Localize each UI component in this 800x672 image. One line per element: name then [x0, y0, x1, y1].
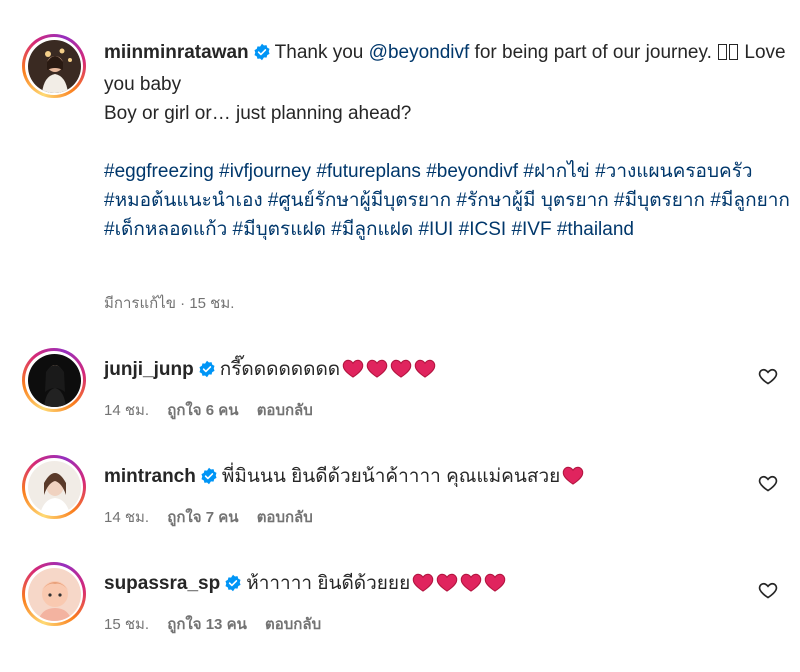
comment-meta: 14 ชม. ถูกใจ 6 คน ตอบกลับ [104, 398, 327, 422]
post-caption: miinminratawan Thank you @beyondivf for b… [104, 38, 794, 244]
hashtag-list: #eggfreezing #ivfjourney #futureplans #b… [104, 161, 790, 240]
red-heart-emoji-icon [412, 572, 434, 601]
hashtag-link[interactable]: #futureplans [316, 161, 421, 182]
red-heart-emoji-group [410, 573, 506, 594]
comment-time: 14 ชม. [104, 402, 150, 419]
comment-username[interactable]: mintranch [104, 466, 196, 487]
missing-glyph-icon [718, 44, 728, 60]
reply-button[interactable]: ตอบกลับ [257, 402, 313, 419]
red-heart-emoji-group [560, 466, 584, 487]
reply-button[interactable]: ตอบกลับ [265, 616, 321, 633]
hashtag-link[interactable]: #ivfjourney [219, 161, 311, 182]
heart-outline-icon[interactable] [758, 366, 778, 386]
comment-time: 15 ชม. [104, 616, 150, 633]
comment-time: 14 ชม. [104, 509, 150, 526]
heart-outline-icon[interactable] [758, 580, 778, 600]
red-heart-emoji-icon [342, 358, 364, 387]
hashtag-link[interactable]: #ฝากไข่ [523, 161, 589, 182]
comment-likes[interactable]: ถูกใจ 6 คน [167, 402, 238, 419]
hashtag-link[interactable]: #ICSI [459, 219, 507, 240]
comment-item: junji_junp กรี๊ดดดดดดดด 14 ชม. ถูกใจ 6 คน… [0, 348, 800, 458]
comment-username[interactable]: supassra_sp [104, 573, 220, 594]
hashtag-link[interactable]: #เด็กหลอดแก้ว [104, 219, 227, 240]
hashtag-link[interactable]: #หมอต้นแนะนำเอง [104, 190, 263, 211]
red-heart-emoji-icon [460, 572, 482, 601]
commenter-avatar[interactable] [22, 455, 86, 519]
hashtag-link[interactable]: บุตรยาก [541, 190, 609, 211]
red-heart-emoji-icon [366, 358, 388, 387]
hashtag-link[interactable]: #IUI [418, 219, 453, 240]
commenter-avatar[interactable] [22, 562, 86, 626]
caption-intro: Thank you [274, 42, 369, 63]
hashtag-link[interactable]: #วางแผนครอบครัว [595, 161, 753, 182]
red-heart-emoji-icon [436, 572, 458, 601]
caption-meta: มีการแก้ไข · 15 ชม. [104, 295, 235, 312]
heart-outline-icon[interactable] [758, 473, 778, 493]
missing-glyph-icon [729, 44, 739, 60]
hashtag-link[interactable]: #thailand [557, 219, 634, 240]
red-heart-emoji-icon [414, 358, 436, 387]
hashtag-link[interactable]: #eggfreezing [104, 161, 214, 182]
hashtag-link[interactable]: #รักษาผู้มี [456, 190, 535, 211]
commenter-avatar[interactable] [22, 348, 86, 412]
comment-likes[interactable]: ถูกใจ 7 คน [167, 509, 238, 526]
comment-line: mintranch พี่มินนน ยินดีด้วยน้าค้าาาา คุณ… [104, 463, 584, 494]
red-heart-emoji-icon [390, 358, 412, 387]
post-username[interactable]: miinminratawan [104, 42, 249, 63]
comment-text: กรี๊ดดดดดดดด [219, 359, 341, 380]
comment-username[interactable]: junji_junp [104, 359, 194, 380]
hashtag-link[interactable]: #มีลูกแฝด [331, 219, 413, 240]
verified-badge-icon [200, 466, 218, 494]
comment-line: junji_junp กรี๊ดดดดดดดด [104, 356, 436, 387]
red-heart-emoji-icon [562, 465, 584, 494]
hashtag-link[interactable]: #มีบุตรแฝด [233, 219, 326, 240]
comment-line: supassra_sp ห้าาาาา ยินดีด้วยยย [104, 570, 506, 601]
caption-line-2: Boy or girl or… just planning ahead? [104, 103, 412, 124]
comment-meta: 15 ชม. ถูกใจ 13 คน ตอบกลับ [104, 612, 335, 636]
comment-item: supassra_sp ห้าาาาา ยินดีด้วยยย 15 ชม. ถู… [0, 562, 800, 672]
verified-badge-icon [253, 41, 271, 70]
post-author-avatar[interactable] [22, 34, 86, 98]
hashtag-link[interactable]: #ศูนย์รักษาผู้มีบุตรยาก [268, 190, 451, 211]
comment-meta: 14 ชม. ถูกใจ 7 คน ตอบกลับ [104, 505, 327, 529]
hashtag-link[interactable]: #beyondivf [426, 161, 518, 182]
comment-text: ห้าาาาา ยินดีด้วยยย [246, 573, 411, 594]
hashtag-link[interactable]: #IVF [511, 219, 551, 240]
verified-badge-icon [198, 359, 216, 387]
hashtag-link[interactable]: #มีบุตรยาก [614, 190, 705, 211]
red-heart-emoji-icon [484, 572, 506, 601]
hashtag-link[interactable]: #มีลูกยาก [710, 190, 790, 211]
caption-after-mention: for being part of our journey. [469, 42, 718, 63]
reply-button[interactable]: ตอบกลับ [257, 509, 313, 526]
red-heart-emoji-group [340, 359, 436, 380]
mention-link[interactable]: @beyondivf [369, 42, 470, 63]
comment-item: mintranch พี่มินนน ยินดีด้วยน้าค้าาาา คุณ… [0, 455, 800, 565]
comment-text: พี่มินนน ยินดีด้วยน้าค้าาาา คุณแม่คนสวย [221, 466, 561, 487]
comment-likes[interactable]: ถูกใจ 13 คน [167, 616, 247, 633]
verified-badge-icon [224, 573, 242, 601]
